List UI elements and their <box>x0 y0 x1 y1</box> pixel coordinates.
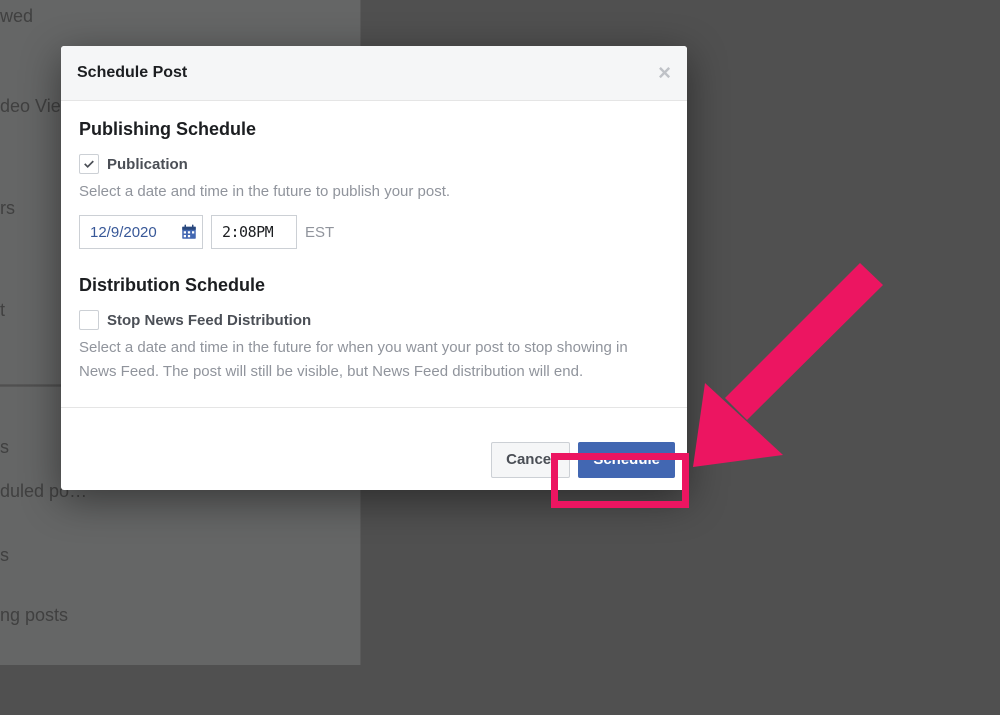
calendar-icon[interactable] <box>176 216 202 248</box>
bg-item: ng posts <box>0 605 68 626</box>
publishing-datetime-row: EST <box>79 215 669 249</box>
cancel-button[interactable]: Cancel <box>491 442 570 478</box>
publish-date-input[interactable] <box>88 223 176 242</box>
stop-distribution-checkbox-label: Stop News Feed Distribution <box>107 312 311 329</box>
distribution-schedule-title: Distribution Schedule <box>79 275 669 296</box>
stop-distribution-checkbox[interactable] <box>79 310 99 330</box>
publication-checkbox-label: Publication <box>107 156 188 173</box>
publish-time-input[interactable] <box>220 222 288 242</box>
schedule-button[interactable]: Schedule <box>578 442 675 478</box>
bg-item: s <box>0 545 9 566</box>
publication-checkbox[interactable] <box>79 154 99 174</box>
publishing-schedule-section: Publishing Schedule Publication Select a… <box>79 119 669 249</box>
publication-checkbox-row: Publication <box>79 154 669 174</box>
stop-distribution-checkbox-row: Stop News Feed Distribution <box>79 310 669 330</box>
modal-body: Publishing Schedule Publication Select a… <box>61 101 687 430</box>
bg-item: t <box>0 300 5 321</box>
modal-title: Schedule Post <box>77 64 187 82</box>
modal-divider <box>61 407 687 408</box>
modal-header: Schedule Post × <box>61 46 687 101</box>
publishing-schedule-title: Publishing Schedule <box>79 119 669 140</box>
bg-item: s <box>0 437 9 458</box>
publish-date-field[interactable] <box>79 215 203 249</box>
distribution-schedule-section: Distribution Schedule Stop News Feed Dis… <box>79 275 669 383</box>
close-icon[interactable]: × <box>658 62 671 84</box>
schedule-post-modal: Schedule Post × Publishing Schedule Publ… <box>61 46 687 490</box>
app-stage: wed deo Vie… rs t s duled po… s ng posts… <box>0 0 1000 715</box>
publishing-description: Select a date and time in the future to … <box>79 180 669 203</box>
publish-time-field[interactable] <box>211 215 297 249</box>
modal-footer: Cancel Schedule <box>61 430 687 490</box>
bg-item: rs <box>0 198 15 219</box>
checkmark-icon <box>83 158 95 170</box>
distribution-description: Select a date and time in the future for… <box>79 336 669 383</box>
timezone-label: EST <box>305 224 334 241</box>
annotation-arrow-icon <box>655 245 895 485</box>
bg-item: wed <box>0 6 33 27</box>
